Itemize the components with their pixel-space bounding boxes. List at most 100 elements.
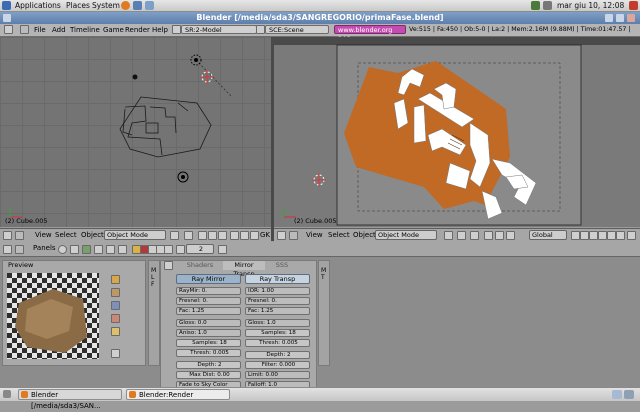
help-icon[interactable]: [145, 1, 154, 10]
scene-context-icon[interactable]: [118, 245, 127, 254]
thresh-field-transp[interactable]: Thresh: 0.005: [245, 339, 310, 347]
rotate-manip-icon[interactable]: [495, 231, 504, 240]
collapse-menu-icon[interactable]: [20, 25, 29, 34]
shading-context-icon[interactable]: [82, 245, 91, 254]
frame-field[interactable]: 2: [186, 244, 214, 254]
raymir-slider[interactable]: RayMir: 0.: [176, 287, 241, 295]
mode-select[interactable]: Object Mode: [104, 230, 166, 240]
show-desktop-icon[interactable]: [3, 390, 11, 398]
layer-button[interactable]: [250, 231, 259, 240]
collapse-icon[interactable]: [289, 231, 298, 240]
script-context-icon[interactable]: [70, 245, 79, 254]
firefox-icon[interactable]: [121, 1, 130, 10]
filter-field[interactable]: Filter: 0.000: [245, 361, 310, 369]
collapse-icon[interactable]: [15, 245, 24, 254]
rotate-manip-icon[interactable]: [208, 231, 217, 240]
layer-button[interactable]: [616, 231, 625, 240]
depth-field-transp[interactable]: Depth: 2: [245, 351, 310, 359]
window-titlebar[interactable]: Blender [/media/sda3/SANGREGORIO/primaFa…: [0, 12, 640, 24]
aniso-slider[interactable]: Aniso: 1.0: [176, 329, 241, 337]
samples-field-mirror[interactable]: Samples: 18: [176, 339, 241, 347]
screen-browse-icon[interactable]: [172, 25, 181, 34]
layer-button[interactable]: [240, 231, 249, 240]
menu-timeline[interactable]: Timeline: [70, 24, 100, 36]
scale-manip-icon[interactable]: [506, 231, 515, 240]
ray-transp-toggle[interactable]: Ray Transp: [245, 274, 310, 284]
preview-monkey-icon[interactable]: [111, 314, 120, 323]
blender-org-link[interactable]: www.blender.org 246: [334, 25, 406, 43]
menu-applications[interactable]: Applications: [15, 0, 61, 11]
volume-icon[interactable]: [543, 1, 552, 10]
info-window-type-icon[interactable]: [4, 25, 13, 34]
menu-game[interactable]: Game: [103, 24, 124, 36]
scene-name-field[interactable]: SCE:Scene: [265, 25, 329, 34]
draw-type-icon[interactable]: [170, 231, 179, 240]
task-blender-main[interactable]: Blender [/media/sda3/SAN...: [18, 389, 122, 410]
screen-delete-icon[interactable]: [256, 25, 265, 34]
next-frame-icon[interactable]: [218, 245, 227, 254]
close-icon[interactable]: [627, 14, 635, 22]
task-blender-render[interactable]: Blender:Render: [126, 389, 230, 400]
menu-render[interactable]: Render: [125, 24, 150, 36]
power-icon[interactable]: [629, 1, 638, 10]
mail-icon[interactable]: [133, 1, 142, 10]
workspace-switcher-icon[interactable]: [612, 390, 622, 399]
menu-system[interactable]: System: [92, 0, 120, 11]
layer-button[interactable]: [589, 231, 598, 240]
fac-slider-mirror[interactable]: Fac: 1.25: [176, 307, 241, 315]
maximize-icon[interactable]: [616, 14, 624, 22]
preview-cube-icon[interactable]: [111, 301, 120, 310]
object-context-icon[interactable]: [94, 245, 103, 254]
network-icon[interactable]: [531, 1, 540, 10]
fresnel-slider-mirror[interactable]: Fresnel: 0.: [176, 297, 241, 305]
preview-sphere-icon[interactable]: [111, 288, 120, 297]
window-type-icon[interactable]: [3, 245, 12, 254]
prev-frame-icon[interactable]: [176, 245, 185, 254]
thresh-field-mirror[interactable]: Thresh: 0.005: [176, 349, 241, 357]
side-tab-right[interactable]: M T: [318, 260, 330, 366]
layer-button[interactable]: [571, 231, 580, 240]
preview-refresh-icon[interactable]: [111, 349, 120, 358]
panels-menu[interactable]: Panels: [33, 242, 56, 255]
collapse-icon[interactable]: [15, 231, 24, 240]
preview-hair-icon[interactable]: [111, 327, 120, 336]
window-type-icon[interactable]: [277, 231, 286, 240]
orientation-select[interactable]: Global: [529, 230, 567, 240]
pivot-icon[interactable]: [184, 231, 193, 240]
limit-field[interactable]: Limit: 0.00: [245, 371, 310, 379]
menu-help[interactable]: Help: [152, 24, 168, 36]
edit-context-icon[interactable]: [106, 245, 115, 254]
layer-button[interactable]: [598, 231, 607, 240]
pivot-icon[interactable]: [457, 231, 466, 240]
manipulator-icon[interactable]: [198, 231, 207, 240]
fac-slider-transp[interactable]: Fac: 1.25: [245, 307, 310, 315]
world-subcontext-icon[interactable]: [164, 245, 173, 254]
layer-button[interactable]: [230, 231, 239, 240]
gloss-slider-transp[interactable]: Gloss: 1.0: [245, 319, 310, 327]
tab-shaders[interactable]: Shaders: [179, 261, 221, 270]
menu-object[interactable]: Object: [353, 229, 376, 242]
menu-select[interactable]: Select: [328, 229, 350, 242]
manipulator-icon[interactable]: [484, 231, 493, 240]
minimize-icon[interactable]: [605, 14, 613, 22]
scale-manip-icon[interactable]: [218, 231, 227, 240]
3d-viewport-left[interactable]: (2) Cube.005: [0, 37, 271, 227]
ior-slider[interactable]: IOR: 1.00: [245, 287, 310, 295]
fresnel-slider-transp[interactable]: Fresnel: 0.: [245, 297, 310, 305]
panel-collapse-icon[interactable]: [164, 261, 173, 270]
clock[interactable]: mar giu 10, 12:08: [557, 0, 624, 11]
menu-file[interactable]: File: [34, 24, 46, 36]
menu-places[interactable]: Places: [66, 0, 90, 11]
menu-view[interactable]: View: [35, 229, 52, 242]
side-tab-left[interactable]: M L F: [148, 260, 160, 366]
snap-icon[interactable]: [470, 231, 479, 240]
screen-name-field[interactable]: SR:2-Model: [181, 25, 257, 34]
mode-select[interactable]: Object Mode: [375, 230, 437, 240]
menu-view[interactable]: View: [306, 229, 323, 242]
menu-add[interactable]: Add: [52, 24, 66, 36]
preview-plane-icon[interactable]: [111, 275, 120, 284]
ray-mirror-toggle[interactable]: Ray Mirror: [176, 274, 241, 284]
layer-button[interactable]: [580, 231, 589, 240]
window-type-icon[interactable]: [3, 231, 12, 240]
gloss-slider-mirror[interactable]: Gloss: 0.0: [176, 319, 241, 327]
